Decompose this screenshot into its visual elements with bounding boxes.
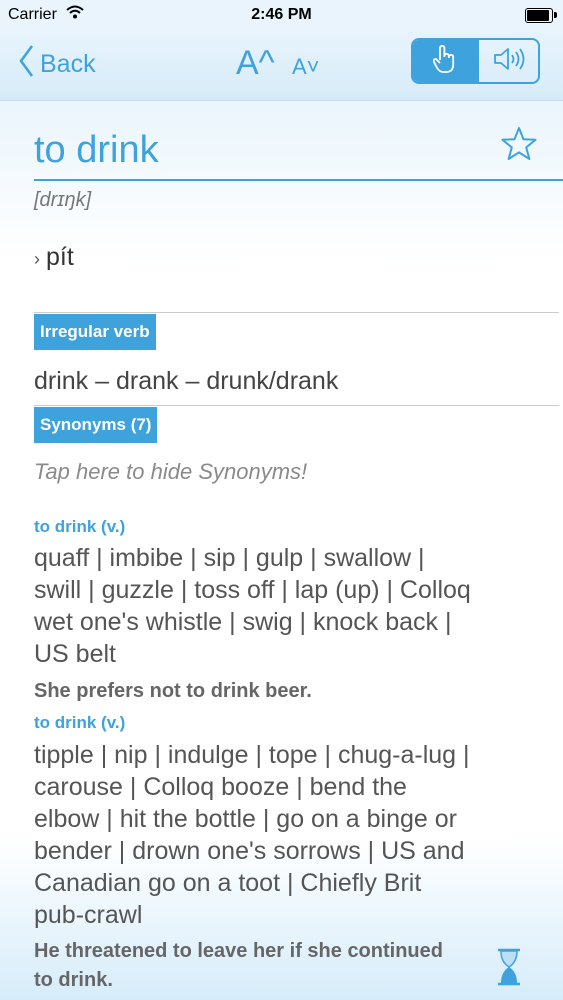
- mode-segmented-control: [411, 38, 540, 84]
- synonyms-badge[interactable]: Synonyms (7): [34, 407, 158, 443]
- sense-label: to drink (v.): [34, 713, 126, 732]
- chevron-left-icon: [18, 44, 34, 85]
- synonym-list: quaff | imbibe | sip | gulp | swallow | …: [34, 542, 534, 670]
- back-label: Back: [40, 50, 96, 78]
- touch-icon: [431, 44, 459, 79]
- star-icon[interactable]: [500, 125, 538, 168]
- example-sentence: She prefers not to drink beer.: [34, 680, 312, 702]
- verb-forms: drink – drank – drunk/drank: [34, 367, 339, 395]
- synonym-line: carouse | Colloq booze | bend the: [34, 773, 407, 801]
- headword: to drink: [34, 129, 159, 171]
- navigation-bar: Back A^ A˅: [0, 30, 563, 101]
- irregular-verb-badge: Irregular verb: [34, 314, 156, 350]
- translation-marker: ›: [34, 249, 40, 269]
- pronunciation: [drɪŋk]: [34, 189, 92, 211]
- synonym-line: tipple | nip | indulge | tope | chug-a-l…: [34, 741, 470, 769]
- back-button[interactable]: Back: [18, 44, 96, 85]
- font-larger-button[interactable]: A^: [236, 44, 275, 83]
- synonym-line: quaff | imbibe | sip | gulp | swallow |: [34, 544, 425, 572]
- synonym-line: US belt: [34, 640, 116, 668]
- clock: 2:46 PM: [251, 6, 312, 23]
- example-line: He threatened to leave her if she contin…: [34, 940, 443, 962]
- synonym-line: Canadian go on a toot | Chiefly Brit: [34, 869, 422, 897]
- font-smaller-button[interactable]: A˅: [292, 54, 320, 80]
- sound-mode-button[interactable]: [477, 40, 538, 82]
- hourglass-icon: [494, 947, 524, 992]
- sense-label: to drink (v.): [34, 517, 126, 536]
- entry-content[interactable]: to drink [drɪŋk] › pít Irregular verb dri…: [0, 101, 563, 1000]
- translation: › pít: [34, 243, 74, 272]
- synonym-line: bender | drown one's sorrows | US and: [34, 837, 465, 865]
- synonym-line: elbow | hit the bottle | go on a binge o…: [34, 805, 457, 833]
- example-line: to drink.: [34, 969, 113, 991]
- divider: [34, 405, 559, 406]
- speaker-icon: [492, 46, 526, 77]
- hide-synonyms-hint[interactable]: Tap here to hide Synonyms!: [34, 459, 307, 485]
- synonym-list: tipple | nip | indulge | tope | chug-a-l…: [34, 739, 534, 931]
- divider: [34, 312, 559, 313]
- status-bar: Carrier 2:46 PM: [0, 0, 563, 30]
- synonym-line: wet one's whistle | swig | knock back |: [34, 608, 452, 636]
- translation-text: pít: [46, 243, 74, 271]
- touch-mode-button[interactable]: [413, 40, 477, 82]
- example-sentence: He threatened to leave her if she contin…: [34, 937, 534, 995]
- headword-underline: [34, 179, 563, 181]
- synonym-line: swill | guzzle | toss off | lap (up) | C…: [34, 576, 471, 604]
- battery-icon: [525, 8, 557, 23]
- synonym-line: pub-crawl: [34, 901, 143, 929]
